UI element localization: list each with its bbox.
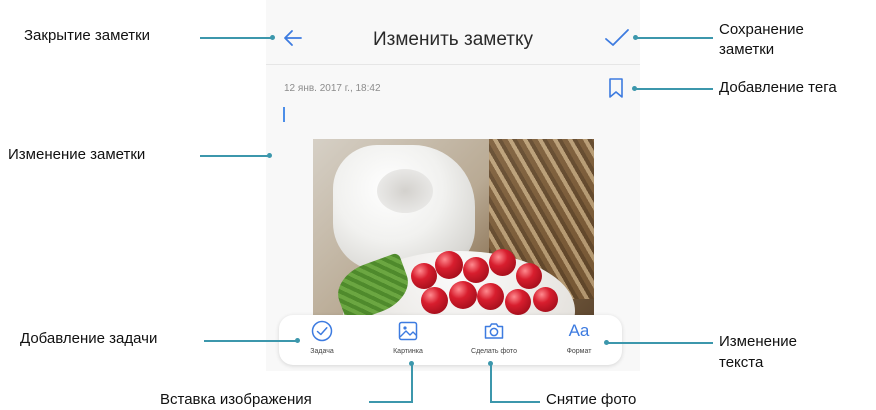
callout-line	[490, 363, 492, 403]
photo-berry	[489, 249, 516, 276]
app-bar: Изменить заметку	[266, 0, 640, 64]
save-check-icon[interactable]	[604, 27, 630, 49]
take-photo-button[interactable]: Сделать фото	[451, 315, 537, 365]
format-button[interactable]: Aa Формат	[536, 315, 622, 365]
callout-save-note-line2: заметки	[719, 41, 775, 58]
callout-dot	[267, 153, 272, 158]
photo-berry	[421, 287, 448, 314]
photo-berry	[516, 263, 542, 289]
photo-berry	[411, 263, 437, 289]
format-label: Формат	[566, 348, 592, 355]
bottom-toolbar: Задача Картинка Сделать фото Aa Формат	[279, 315, 622, 365]
callout-edit-text-line1: Изменение	[719, 333, 797, 350]
callout-line	[200, 155, 268, 157]
take-photo-label: Сделать фото	[471, 348, 517, 355]
callout-dot	[604, 340, 609, 345]
insert-image-label: Картинка	[393, 348, 423, 355]
callout-line	[200, 37, 272, 39]
callout-take-photo: Снятие фото	[546, 391, 637, 408]
photo-berry	[533, 287, 558, 312]
callout-line	[634, 88, 713, 90]
callout-line	[607, 342, 713, 344]
photo-berry	[463, 257, 489, 283]
note-editor-screen: Изменить заметку 12 янв. 2017 г., 18:42	[266, 0, 640, 371]
callout-line	[490, 401, 540, 403]
task-label: Задача	[310, 348, 334, 355]
note-image[interactable]	[313, 139, 594, 324]
insert-image-button[interactable]: Картинка	[365, 315, 451, 365]
callout-line	[411, 363, 413, 403]
callout-dot	[632, 86, 637, 91]
callout-add-task: Добавление задачи	[20, 330, 158, 347]
callout-edit-text-line2: текста	[719, 354, 764, 371]
photo-cup-shade	[377, 169, 433, 213]
callout-line	[369, 401, 413, 403]
checkmark-circle-icon	[311, 320, 333, 342]
callout-line	[636, 37, 713, 39]
callout-line	[204, 340, 297, 342]
callout-save-note-line1: Сохранение	[719, 21, 804, 38]
callout-close-note: Закрытие заметки	[24, 27, 151, 44]
callout-dot	[295, 338, 300, 343]
callout-dot	[270, 35, 275, 40]
callout-dot	[488, 361, 493, 366]
callout-dot	[409, 361, 414, 366]
camera-icon	[484, 323, 504, 339]
photo-berry	[477, 283, 504, 310]
image-icon	[398, 321, 418, 341]
header-divider	[266, 64, 640, 65]
callout-dot	[633, 35, 638, 40]
callout-insert-image: Вставка изображения	[160, 391, 312, 408]
photo-berry	[435, 251, 463, 279]
photo-berry	[505, 289, 531, 315]
callout-edit-note: Изменение заметки	[8, 146, 146, 163]
note-date: 12 янв. 2017 г., 18:42	[284, 83, 381, 94]
photo-berry	[449, 281, 477, 309]
text-format-icon: Aa	[568, 321, 590, 340]
callout-add-tag: Добавление тега	[719, 79, 837, 96]
page-title: Изменить заметку	[373, 29, 533, 50]
bookmark-tag-icon[interactable]	[608, 78, 624, 98]
text-cursor[interactable]	[283, 107, 285, 122]
